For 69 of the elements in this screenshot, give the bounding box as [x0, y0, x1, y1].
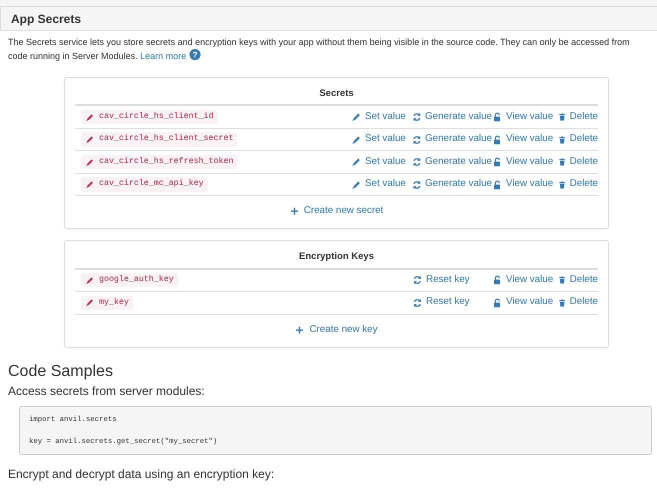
generate-link[interactable]: Generate value	[412, 177, 492, 192]
trash-icon	[558, 157, 566, 167]
unlock-icon	[492, 112, 502, 122]
view-link[interactable]: View value	[492, 154, 558, 170]
trash-icon	[558, 134, 566, 144]
learn-more-link[interactable]: Learn more	[140, 51, 186, 61]
refresh-icon	[412, 180, 421, 190]
secret-name[interactable]: google_auth_key	[81, 273, 178, 288]
generate-link[interactable]: Reset key	[412, 295, 492, 310]
generate-link[interactable]: Generate value	[412, 154, 492, 170]
pencil-icon	[85, 135, 94, 144]
view-link[interactable]: View value	[492, 110, 558, 124]
trash-icon	[558, 112, 566, 122]
unlock-icon	[492, 275, 502, 286]
unlock-icon	[492, 134, 502, 144]
pencil-icon	[85, 298, 94, 308]
delete-link[interactable]: Delete	[558, 272, 598, 288]
set-link[interactable]: Set value	[351, 110, 412, 124]
secret-name[interactable]: cav_circle_mc_api_key	[81, 177, 208, 192]
pencil-icon	[85, 276, 94, 285]
delete-link[interactable]: Delete	[558, 154, 598, 170]
help-icon: ?	[188, 49, 201, 61]
trash-icon	[558, 275, 566, 286]
pencil-icon	[85, 180, 94, 189]
section-title: Secrets	[75, 78, 598, 106]
generate-link[interactable]: Generate value	[412, 110, 492, 124]
view-link[interactable]: View value	[492, 132, 558, 147]
section-title: Encryption Keys	[75, 241, 598, 270]
pencil-icon	[351, 157, 361, 167]
unlock-icon	[492, 298, 502, 308]
intro-text: The Secrets service lets you store secrets and encryption keys with your app without them being visible in the source code. They can only be accessed from code running in Server Modules. Learn more ?	[0, 31, 657, 63]
caption-text: Access secrets from server modules:	[8, 384, 206, 398]
secret-name[interactable]: cav_circle_hs_refresh_token	[81, 154, 238, 170]
view-link[interactable]: View value	[492, 177, 558, 192]
trash-icon	[558, 180, 566, 190]
delete-link[interactable]: Delete	[558, 177, 598, 192]
pencil-icon	[351, 134, 361, 144]
trash-icon	[558, 298, 566, 308]
set-link[interactable]: Set value	[351, 177, 412, 192]
panel-title: App Secrets	[11, 12, 82, 26]
unlock-icon	[492, 157, 502, 167]
pencil-icon	[85, 158, 94, 166]
refresh-icon	[412, 157, 421, 167]
view-link[interactable]: View value	[492, 272, 558, 288]
delete-link[interactable]: Delete	[558, 295, 598, 310]
create-link[interactable]: Create new secret	[290, 204, 384, 220]
refresh-icon	[412, 275, 422, 286]
section-heading: Code Samples	[8, 362, 114, 380]
set-link[interactable]: Set value	[351, 154, 412, 170]
caption-text: Encrypt and decrypt data using an encryption key:	[8, 466, 276, 482]
pencil-icon	[351, 112, 361, 122]
generate-link[interactable]: Reset key	[412, 272, 492, 288]
plus-icon	[290, 207, 299, 216]
refresh-icon	[412, 134, 421, 144]
unlock-icon	[492, 180, 502, 190]
delete-link[interactable]: Delete	[558, 132, 598, 147]
create-link[interactable]: Create new key	[295, 322, 378, 338]
pencil-icon	[85, 112, 94, 122]
plus-icon	[295, 326, 304, 334]
secret-name[interactable]: cav_circle_hs_client_secret	[81, 132, 238, 147]
view-link[interactable]: View value	[492, 295, 558, 310]
set-link[interactable]: Set value	[351, 132, 412, 147]
secret-name[interactable]: cav_circle_hs_client_id	[81, 110, 218, 124]
refresh-icon	[412, 298, 422, 308]
refresh-icon	[412, 112, 421, 122]
pencil-icon	[351, 180, 361, 190]
generate-link[interactable]: Generate value	[412, 132, 492, 147]
secret-name[interactable]: my_key	[81, 296, 133, 310]
delete-link[interactable]: Delete	[558, 110, 598, 124]
